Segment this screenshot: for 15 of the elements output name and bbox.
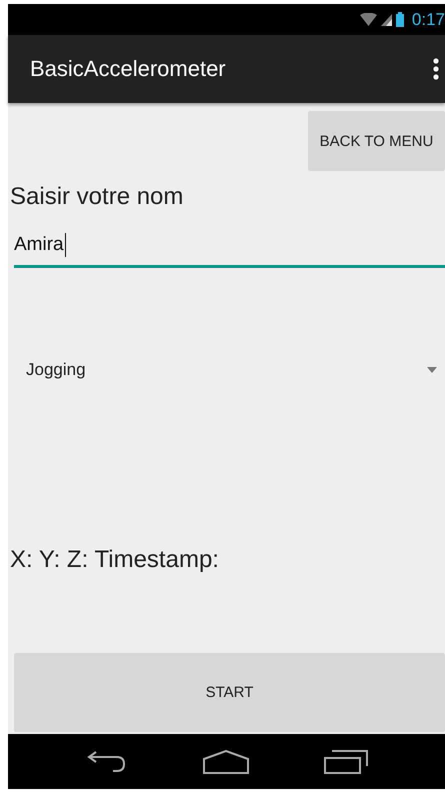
name-field[interactable]: Amira <box>14 225 445 268</box>
recent-apps-icon[interactable] <box>324 750 368 774</box>
dropdown-arrow-icon[interactable] <box>427 367 437 373</box>
battery-icon <box>396 12 404 27</box>
app-title: BasicAccelerometer <box>30 56 226 82</box>
signal-icon <box>380 14 392 26</box>
overflow-menu-icon[interactable] <box>433 58 439 80</box>
start-button[interactable]: START <box>14 653 445 732</box>
back-to-menu-button[interactable]: BACK TO MENU <box>308 111 445 171</box>
status-time: 0:17 <box>412 10 445 30</box>
wifi-icon <box>360 13 377 26</box>
readings-text: X: Y: Z: Timestamp: <box>10 546 220 574</box>
home-icon[interactable] <box>203 750 250 774</box>
name-label: Saisir votre nom <box>10 183 184 211</box>
activity-dropdown[interactable]: Jogging <box>26 360 86 380</box>
